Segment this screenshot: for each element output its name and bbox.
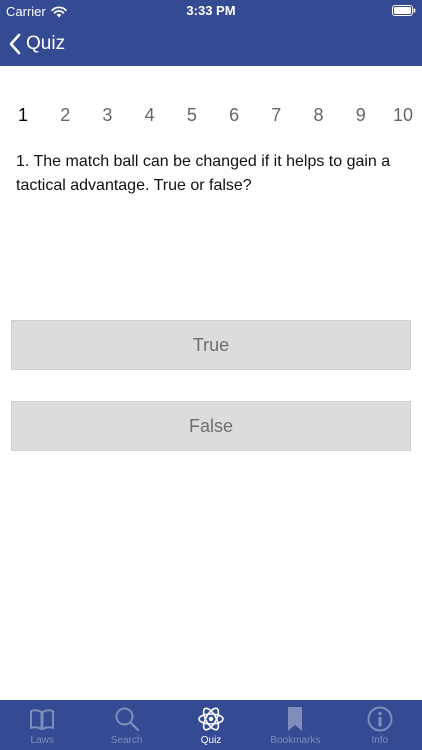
- tab-info[interactable]: Info: [338, 700, 422, 750]
- battery-icon: [392, 5, 416, 16]
- tab-bookmarks[interactable]: Bookmarks: [253, 700, 337, 750]
- page-number-6[interactable]: 6: [219, 105, 249, 126]
- page-number-1[interactable]: 1: [8, 105, 38, 126]
- page-number-3[interactable]: 3: [92, 105, 122, 126]
- tab-label-search: Search: [110, 735, 143, 746]
- page-number-7[interactable]: 7: [261, 105, 291, 126]
- info-icon: [367, 706, 393, 732]
- page-number-8[interactable]: 8: [304, 105, 334, 126]
- false-button[interactable]: False: [11, 401, 411, 451]
- tab-label-laws: Laws: [30, 735, 54, 746]
- chevron-left-icon: [9, 33, 21, 55]
- tab-bar: Laws Search Quiz Bookmarks Info: [0, 700, 422, 750]
- page-number-9[interactable]: 9: [346, 105, 376, 126]
- tab-search[interactable]: Search: [84, 700, 168, 750]
- question-pager: 1 2 3 4 5 6 7 8 9 10: [8, 100, 418, 130]
- tab-label-info: Info: [371, 735, 389, 746]
- book-icon: [30, 709, 55, 730]
- tab-label-bookmarks: Bookmarks: [270, 735, 321, 746]
- page-number-4[interactable]: 4: [135, 105, 165, 126]
- tab-label-quiz: Quiz: [200, 735, 222, 746]
- tab-laws[interactable]: Laws: [0, 700, 84, 750]
- page-number-10[interactable]: 10: [388, 105, 418, 126]
- search-icon: [115, 707, 139, 732]
- tab-quiz[interactable]: Quiz: [169, 700, 253, 750]
- nav-bar: Quiz: [0, 22, 422, 66]
- true-button[interactable]: True: [11, 320, 411, 370]
- page-number-2[interactable]: 2: [50, 105, 80, 126]
- quiz-screen: Carrier 3:33 PM Quiz 1 2 3 4 5 6 7 8 9 1…: [0, 0, 422, 750]
- back-button[interactable]: Quiz: [8, 30, 65, 58]
- status-bar: Carrier 3:33 PM: [0, 0, 422, 22]
- atom-icon: [198, 707, 224, 731]
- question-text: 1. The match ball can be changed if it h…: [16, 153, 391, 194]
- bookmark-icon: [288, 707, 303, 731]
- status-time: 3:33 PM: [186, 3, 236, 18]
- header: Carrier 3:33 PM Quiz: [0, 0, 422, 66]
- back-label: Quiz: [26, 33, 66, 54]
- page-number-5[interactable]: 5: [177, 105, 207, 126]
